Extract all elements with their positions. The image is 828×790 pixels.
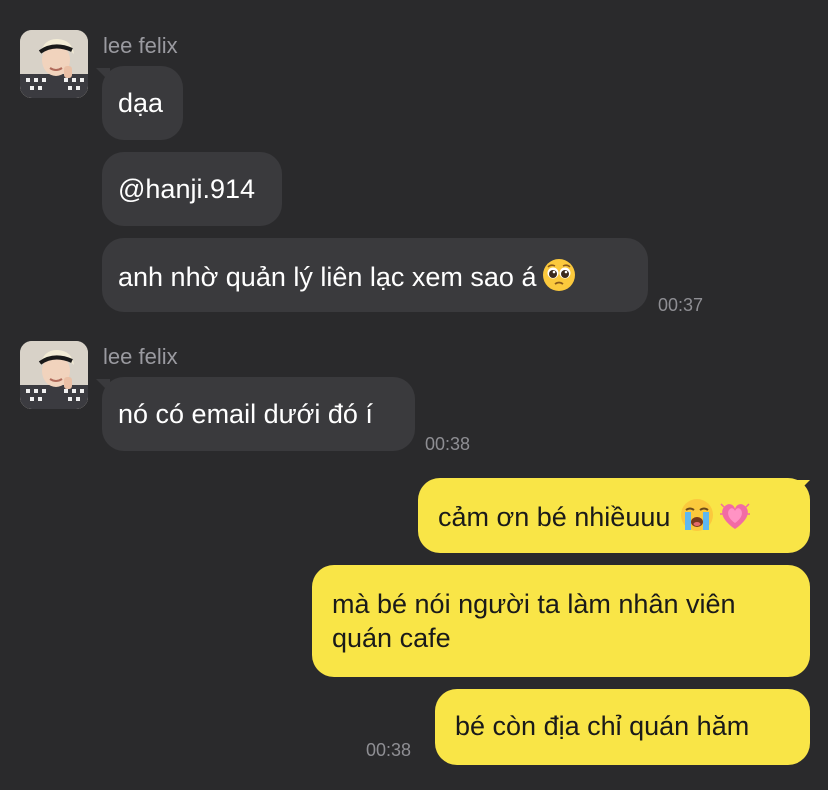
message-text: anh nhờ quản lý liên lạc xem sao á — [118, 262, 537, 292]
message-timestamp: 00:38 — [425, 434, 471, 454]
message-bubble[interactable]: dạa — [102, 66, 183, 140]
message-bubble[interactable]: bé còn địa chỉ quán hăm — [435, 689, 810, 765]
message-bubble[interactable]: anh nhờ quản lý liên lạc xem sao á — [102, 238, 648, 312]
message-text-line: quán cafe — [332, 623, 451, 653]
message-text: bé còn địa chỉ quán hăm — [455, 711, 750, 741]
message-text: nó có email dưới đó í — [118, 399, 373, 429]
sender-name: lee felix — [103, 344, 178, 369]
message-bubble[interactable]: mà bé nói người ta làm nhân viên quán ca… — [312, 565, 810, 677]
message-text: @hanji.914 — [118, 174, 256, 204]
growing-heart-emoji — [718, 498, 752, 532]
message-bubble[interactable]: @hanji.914 — [102, 152, 282, 226]
pleading-face-emoji — [542, 258, 576, 292]
message-text-line: mà bé nói người ta làm nhân viên — [332, 589, 736, 619]
avatar[interactable] — [20, 341, 88, 409]
message-bubble[interactable]: cảm ơn bé nhiềuuu — [418, 478, 810, 553]
sender-name: lee felix — [103, 33, 178, 58]
message-timestamp: 00:37 — [658, 295, 704, 315]
avatar[interactable] — [20, 30, 88, 98]
message-timestamp: 00:38 — [366, 740, 412, 760]
message-text: cảm ơn bé nhiềuuu — [438, 502, 671, 532]
message-text: dạa — [118, 88, 164, 118]
loudly-crying-face-emoji — [680, 498, 714, 532]
message-bubble[interactable]: nó có email dưới đó í — [102, 377, 415, 451]
